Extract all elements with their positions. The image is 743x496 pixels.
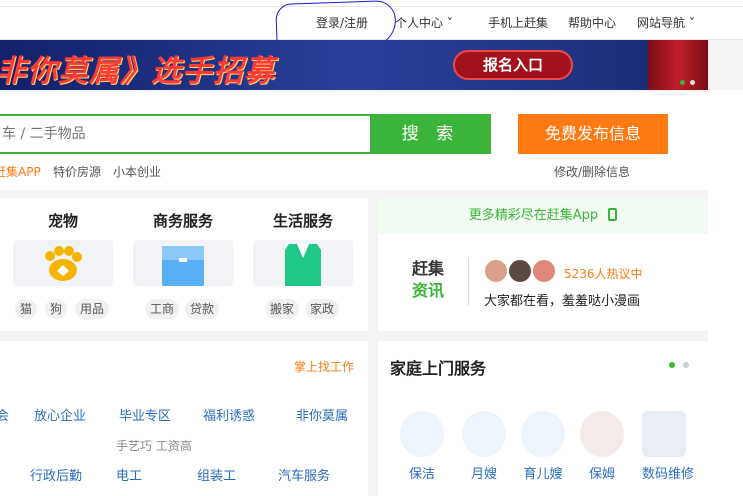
tablet-repair-icon[interactable]: [642, 411, 686, 457]
avatar: [532, 259, 556, 283]
app-promo-text: 更多精彩尽在赶集App: [468, 208, 599, 223]
search-input[interactable]: [0, 116, 368, 152]
job-link[interactable]: 组装工: [197, 465, 236, 484]
job-link[interactable]: 毕业专区: [119, 405, 171, 424]
tag-moving[interactable]: 搬家: [265, 299, 300, 319]
category-pets: 宠物 猫 狗 用品: [13, 198, 113, 331]
find-work-mobile-link[interactable]: 掌上找工作: [294, 358, 354, 375]
home-services-panel: 家庭上门服务 保洁 月嫂 育儿嫂 保姆 数码维修: [378, 341, 708, 496]
app-news-panel: 更多精彩尽在赶集App 赶集 资讯 5236人热议中 大家都在看，羞羞哒小漫画: [378, 198, 708, 331]
category-life: 生活服务 搬家 家政: [253, 198, 353, 331]
job-link[interactable]: 放心企业: [34, 405, 86, 424]
vest-icon[interactable]: [253, 240, 353, 286]
folder-icon[interactable]: [133, 240, 233, 286]
avatar: [508, 259, 532, 283]
category-title[interactable]: 商务服务: [133, 210, 233, 231]
tag-housekeeping[interactable]: 家政: [305, 299, 340, 319]
publish-free-button[interactable]: 免费发布信息: [518, 114, 668, 154]
news-headline-link[interactable]: 大家都在看，羞羞哒小漫画: [484, 290, 640, 309]
carousel-dot[interactable]: [683, 362, 689, 368]
page-margin: [708, 90, 743, 496]
tag-cat[interactable]: 猫: [15, 299, 38, 319]
site-nav-menu[interactable]: 网站导航 ˅: [637, 14, 695, 31]
category-panel: 宠物 猫 狗 用品 商务服务 工商 贷款 生活服务 搬家 家政: [0, 198, 368, 331]
tag-commerce[interactable]: 工商: [145, 299, 180, 319]
quick-link-startup[interactable]: 小本创业: [113, 163, 161, 180]
search-button[interactable]: 搜 索: [370, 114, 491, 154]
quick-link-housing[interactable]: 特价房源: [53, 163, 101, 180]
service-nanny[interactable]: 育儿嫂: [513, 463, 573, 482]
promo-banner[interactable]: 非你莫属》选手招募 报名入口: [0, 40, 708, 90]
home-services-title: 家庭上门服务: [390, 359, 487, 378]
news-logo-bottom: 资讯: [412, 281, 445, 300]
news-logo-top: 赶集: [412, 259, 445, 278]
job-link[interactable]: 会: [0, 405, 9, 424]
housekeeper-icon[interactable]: [580, 411, 624, 457]
user-center-label: 个人中心: [395, 16, 444, 30]
search-box: [0, 114, 372, 154]
category-title[interactable]: 宠物: [13, 210, 113, 231]
job-link[interactable]: 福利诱惑: [203, 405, 255, 424]
banner-curtain-image: [648, 40, 708, 90]
tag-loan[interactable]: 贷款: [185, 299, 220, 319]
category-title[interactable]: 生活服务: [253, 210, 353, 231]
job-link[interactable]: 行政后勤: [30, 465, 82, 484]
banner-signup-button[interactable]: 报名入口: [453, 50, 573, 80]
cleaner-icon[interactable]: [400, 411, 444, 457]
tag-supplies[interactable]: 用品: [75, 299, 110, 319]
carousel-dot[interactable]: [690, 80, 695, 85]
job-link[interactable]: 非你莫属: [296, 405, 348, 424]
pet-paw-icon[interactable]: [13, 240, 113, 286]
news-logo: 赶集 资讯: [412, 258, 456, 302]
service-cleaning[interactable]: 保洁: [392, 463, 452, 482]
help-center-link[interactable]: 帮助中心: [568, 14, 616, 31]
nanny-icon[interactable]: [521, 411, 565, 457]
avatar: [484, 259, 508, 283]
top-bar: 登录/注册 个人中心 ˅ 手机上赶集 帮助中心 网站导航 ˅: [0, 0, 743, 40]
jobs-panel: 掌上找工作 会 放心企业 毕业专区 福利诱惑 非你莫属 手艺巧 工资高 行政后勤…: [0, 341, 368, 496]
edit-delete-link[interactable]: 修改/删除信息: [554, 163, 630, 180]
site-nav-label: 网站导航: [637, 16, 686, 30]
carousel-dot-active[interactable]: [669, 362, 675, 368]
carousel-dot-active[interactable]: [680, 80, 685, 85]
login-register-link[interactable]: 登录/注册: [316, 14, 368, 31]
service-digital-repair[interactable]: 数码维修: [633, 463, 703, 482]
app-promo-header[interactable]: 更多精彩尽在赶集App: [378, 198, 708, 234]
banner-title: 非你莫属》选手招募: [0, 54, 275, 89]
tag-dog[interactable]: 狗: [45, 299, 68, 319]
top-divider: [0, 6, 743, 7]
news-divider: [468, 258, 469, 306]
mobile-link[interactable]: 手机上赶集: [488, 14, 548, 31]
job-tagline: 手艺巧 工资高: [116, 439, 192, 453]
category-business: 商务服务 工商 贷款: [133, 198, 233, 331]
search-area: 搜 索 免费发布信息 修改/删除信息 赶集APP 特价房源 小本创业: [0, 92, 708, 190]
job-link[interactable]: 汽车服务: [278, 465, 330, 484]
phone-icon: [608, 208, 618, 221]
hot-discussion-count: 5236人热议中: [564, 267, 643, 281]
maternity-nurse-icon[interactable]: [462, 411, 506, 457]
quick-link-app[interactable]: 赶集APP: [0, 163, 41, 180]
job-link[interactable]: 电工: [116, 465, 142, 484]
chevron-down-icon: ˅: [685, 16, 695, 30]
service-maternity-nurse[interactable]: 月嫂: [454, 463, 514, 482]
user-center-menu[interactable]: 个人中心 ˅: [395, 14, 453, 31]
service-housekeeper[interactable]: 保姆: [572, 463, 632, 482]
chevron-down-icon: ˅: [443, 16, 453, 30]
